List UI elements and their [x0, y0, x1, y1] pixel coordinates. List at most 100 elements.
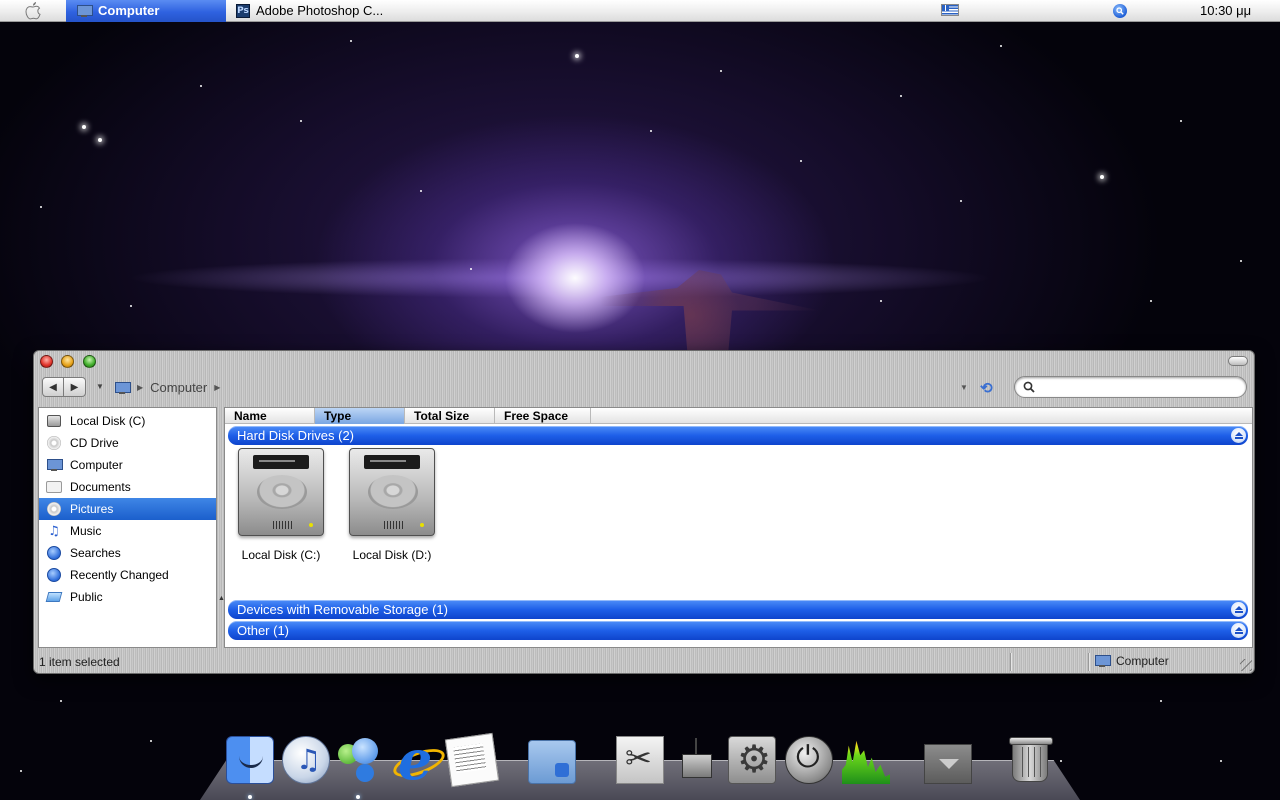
- status-divider: [1010, 653, 1011, 671]
- internet-explorer-icon[interactable]: [392, 728, 440, 792]
- status-bar: 1 item selected Computer: [34, 651, 1254, 673]
- history-dropdown-icon[interactable]: ▼: [96, 382, 104, 391]
- search-field[interactable]: [1014, 376, 1247, 398]
- dock: [0, 728, 1280, 800]
- drive-item-local-disk-d[interactable]: Local Disk (D:): [342, 448, 442, 562]
- search-icon: [1023, 381, 1035, 393]
- system-preferences-icon[interactable]: [728, 736, 776, 784]
- column-header-total-size[interactable]: Total Size: [405, 408, 495, 424]
- computer-icon: [76, 4, 93, 17]
- explorer-window: ◀ ▶ ▼ ▶ Computer ▶ ▼ ⟲ Local Disk (C) CD …: [33, 350, 1255, 674]
- taskbar-label: Adobe Photoshop C...: [256, 3, 384, 18]
- recently-changed-icon: [46, 567, 62, 583]
- status-divider: [1088, 653, 1089, 671]
- sidebar-item-music[interactable]: ♫ Music: [39, 520, 216, 542]
- power-icon[interactable]: [785, 736, 833, 784]
- sidebar-item-label: Public: [70, 590, 103, 604]
- close-button[interactable]: [40, 355, 53, 368]
- activity-monitor-icon[interactable]: [842, 740, 890, 784]
- group-label: Devices with Removable Storage (1): [237, 602, 448, 617]
- searches-icon: [46, 545, 62, 561]
- sidebar-item-pictures[interactable]: Pictures: [39, 498, 216, 520]
- expand-group-icon[interactable]: [1231, 602, 1246, 617]
- sidebar-item-recently-changed[interactable]: Recently Changed: [39, 564, 216, 586]
- apple-icon: [25, 1, 41, 19]
- sidebar-item-documents[interactable]: Documents: [39, 476, 216, 498]
- column-header-type[interactable]: Type: [315, 408, 405, 424]
- computer-icon: [46, 457, 63, 473]
- column-header-free-space[interactable]: Free Space: [495, 408, 591, 424]
- running-indicator: [356, 795, 360, 799]
- expand-group-icon[interactable]: [1231, 623, 1246, 638]
- music-icon: ♫: [48, 523, 60, 539]
- breadcrumb-item-computer[interactable]: Computer: [150, 380, 207, 395]
- sidebar-item-local-disk-c[interactable]: Local Disk (C): [39, 410, 216, 432]
- address-dropdown-icon[interactable]: ▼: [960, 383, 968, 392]
- group-header-hard-disk-drives[interactable]: Hard Disk Drives (2): [228, 426, 1248, 445]
- public-icon: [45, 589, 63, 605]
- finder-icon[interactable]: [226, 736, 274, 784]
- breadcrumb-separator-icon[interactable]: ▶: [214, 383, 220, 392]
- clock[interactable]: 10:30 μμ: [1200, 0, 1251, 22]
- toolbar-toggle-button[interactable]: [1228, 356, 1248, 366]
- status-text: 1 item selected: [39, 655, 120, 669]
- trash-icon[interactable]: [1009, 737, 1053, 782]
- refresh-icon[interactable]: ⟲: [980, 379, 993, 397]
- status-location-label: Computer: [1116, 654, 1169, 668]
- breadcrumb-separator-icon[interactable]: ▶: [137, 383, 143, 392]
- group-label: Other (1): [237, 623, 290, 638]
- sidebar-item-label: Music: [70, 524, 102, 538]
- minimize-button[interactable]: [61, 355, 74, 368]
- sidebar-item-cd-drive[interactable]: CD Drive: [39, 432, 216, 454]
- back-arrow-icon: ◀: [49, 381, 57, 393]
- forward-button[interactable]: ▶: [64, 377, 86, 397]
- messenger-icon[interactable]: [334, 736, 382, 784]
- group-header-other[interactable]: Other (1): [228, 621, 1248, 640]
- sidebar-item-public[interactable]: Public: [39, 586, 216, 608]
- scissors-icon[interactable]: [616, 736, 664, 784]
- zoom-button[interactable]: [83, 355, 96, 368]
- sidebar-item-label: CD Drive: [70, 436, 119, 450]
- group-header-removable-storage[interactable]: Devices with Removable Storage (1): [228, 600, 1248, 619]
- running-indicator: [248, 795, 252, 799]
- search-input[interactable]: [1039, 380, 1246, 394]
- column-header: Name Type Total Size Free Space: [225, 408, 1252, 424]
- taskbar-button-computer[interactable]: Computer: [66, 0, 226, 22]
- sidebar: Local Disk (C) CD Drive Computer Documents P…: [38, 407, 217, 648]
- apple-menu[interactable]: [0, 0, 66, 22]
- folder-icon[interactable]: [528, 740, 576, 784]
- drive-label: Local Disk (C:): [241, 548, 321, 562]
- sidebar-item-searches[interactable]: Searches: [39, 542, 216, 564]
- collapse-group-icon[interactable]: [1231, 428, 1246, 443]
- documents-icon: [46, 479, 62, 495]
- sidebar-item-label: Local Disk (C): [70, 414, 146, 428]
- resize-grip[interactable]: [1240, 659, 1252, 671]
- hard-disk-icon: [46, 413, 62, 429]
- breadcrumb[interactable]: ▶ Computer ▶: [114, 380, 220, 395]
- taskbar-label: Computer: [98, 3, 160, 18]
- sidebar-item-label: Pictures: [70, 502, 114, 516]
- spotlight-search-icon[interactable]: [1113, 4, 1127, 18]
- back-button[interactable]: ◀: [42, 377, 64, 397]
- forward-arrow-icon: ▶: [70, 381, 79, 393]
- sidebar-item-label: Documents: [70, 480, 131, 494]
- hard-disk-icon: [349, 448, 435, 536]
- statue-figure: [600, 270, 820, 360]
- stack-icon[interactable]: [924, 744, 972, 784]
- network-drive-icon[interactable]: [672, 736, 720, 784]
- itunes-icon[interactable]: [282, 736, 330, 784]
- sidebar-item-computer[interactable]: Computer: [39, 454, 216, 476]
- title-bar[interactable]: [34, 351, 1254, 373]
- column-header-name[interactable]: Name: [225, 408, 315, 424]
- taskbar-button-photoshop[interactable]: Ps Adobe Photoshop C...: [226, 0, 393, 22]
- sidebar-item-label: Recently Changed: [70, 568, 169, 582]
- cd-drive-icon: [46, 435, 62, 451]
- sidebar-item-label: Searches: [70, 546, 121, 560]
- textedit-icon[interactable]: [444, 732, 500, 788]
- content-pane: Name Type Total Size Free Space Hard Disk D…: [224, 407, 1253, 648]
- drive-item-local-disk-c[interactable]: Local Disk (C:): [231, 448, 331, 562]
- hard-disk-icon: [238, 448, 324, 536]
- language-flag-icon[interactable]: [941, 4, 959, 16]
- drive-label: Local Disk (D:): [352, 548, 432, 562]
- computer-icon: [114, 381, 131, 394]
